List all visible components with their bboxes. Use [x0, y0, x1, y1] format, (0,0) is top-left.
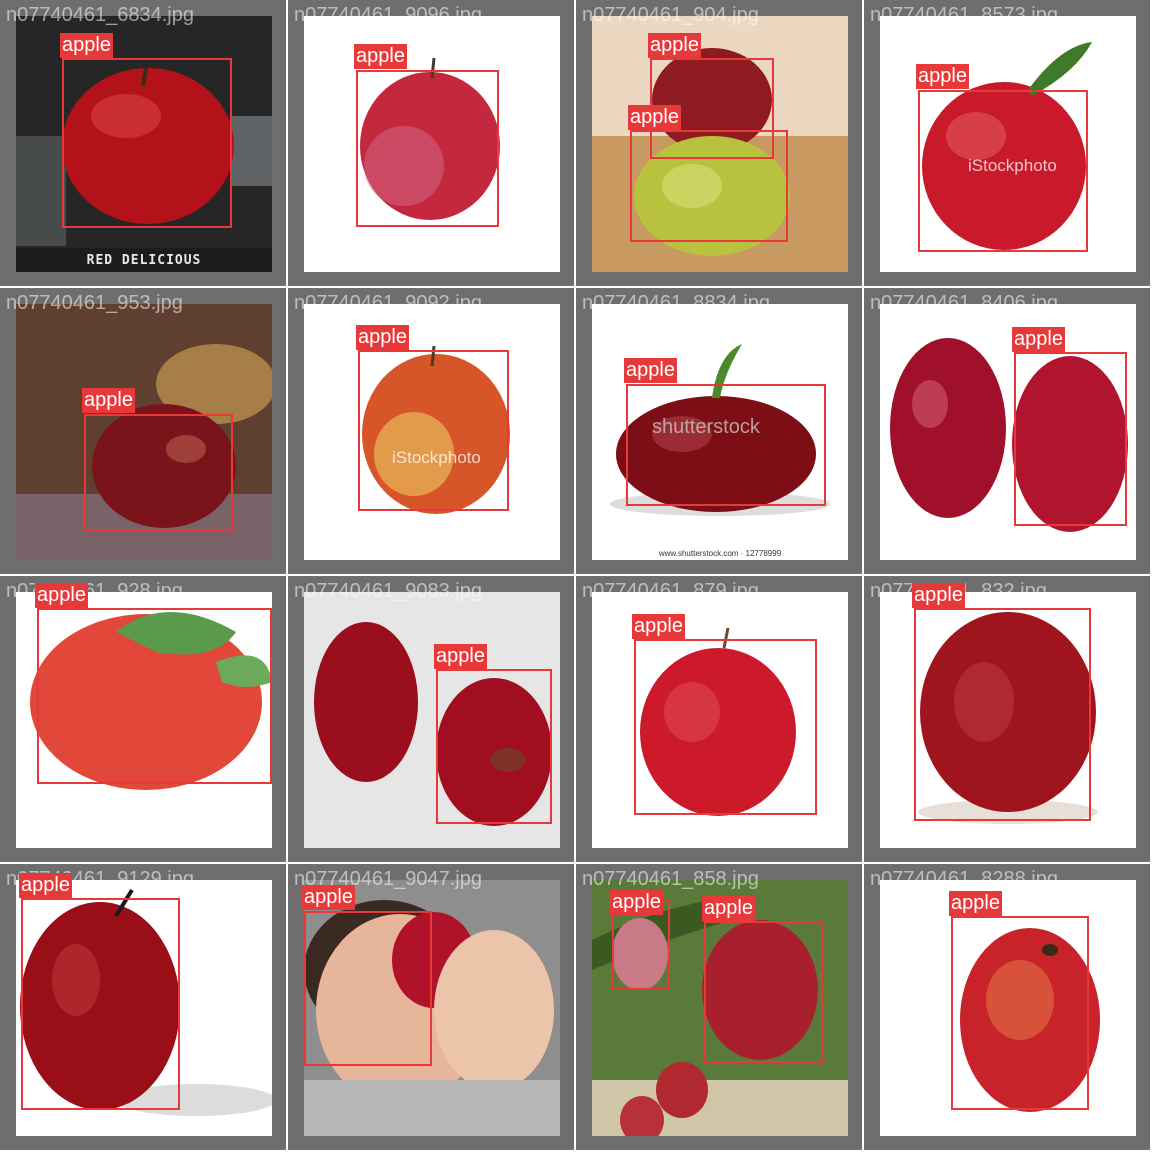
detection-label: apple [35, 583, 88, 608]
bounding-box [1014, 352, 1127, 526]
bounding-box [356, 70, 499, 227]
image-tile[interactable]: n07740461_9129.jpg apple [0, 864, 286, 1150]
image-tile[interactable]: n07740461_953.jpg apple [0, 288, 286, 574]
bounding-box [84, 414, 233, 531]
detection-label: apple [949, 891, 1002, 916]
detection-label: apple [624, 358, 677, 383]
photo-credit: www.shutterstock.com · 12778999 [658, 549, 782, 558]
image-tile[interactable]: n07740461_9083.jpg apple [288, 576, 574, 862]
image-tile[interactable]: RED DELICIOUS n07740461_6834.jpg apple [0, 0, 286, 286]
detection-label: apple [610, 890, 663, 915]
image-tile[interactable]: n07740461_928.jpg apple [0, 576, 286, 862]
detection-label: apple [60, 33, 113, 58]
image-tile[interactable]: n07740461_904.jpg apple apple [576, 0, 862, 286]
detection-label: apple [1012, 327, 1065, 352]
bounding-box [914, 608, 1091, 821]
detection-label: apple [628, 105, 681, 130]
detection-label: apple [434, 644, 487, 669]
bounding-box [634, 639, 817, 815]
bounding-box [62, 58, 232, 228]
image-tile[interactable]: iStockphoto n07740461_8573.jpg apple [864, 0, 1150, 286]
bounding-box [626, 384, 826, 506]
bounding-box [21, 898, 180, 1110]
detection-label: apple [648, 33, 701, 58]
image-tile[interactable]: n07740461_9047.jpg apple [288, 864, 574, 1150]
image-tile[interactable]: n07740461_832.jpg apple [864, 576, 1150, 862]
bounding-box [918, 90, 1088, 252]
image-tile[interactable]: iStockphoto n07740461_9092.jpg apple [288, 288, 574, 574]
detection-label: apple [702, 896, 755, 921]
bounding-box [304, 911, 432, 1066]
bounding-box [37, 608, 272, 784]
image-tile[interactable]: n07740461_8288.jpg apple [864, 864, 1150, 1150]
image-tile[interactable]: shutterstock www.shutterstock.com · 1277… [576, 288, 862, 574]
detection-label: apple [912, 583, 965, 608]
detection-label: apple [302, 885, 355, 910]
bounding-box [951, 916, 1089, 1110]
bounding-box [630, 130, 788, 242]
detection-label: apple [354, 44, 407, 69]
detection-label: apple [632, 614, 685, 639]
image-tile[interactable]: n07740461_9096.jpg apple [288, 0, 574, 286]
bounding-box [704, 921, 823, 1063]
image-tile[interactable]: n07740461_879.jpg apple [576, 576, 862, 862]
detection-label: apple [916, 64, 969, 89]
image-tile[interactable]: n07740461_858.jpg apple apple [576, 864, 862, 1150]
detection-grid: RED DELICIOUS n07740461_6834.jpg apple n… [0, 0, 1152, 1152]
image-tile[interactable]: n07740461_8406.jpg apple [864, 288, 1150, 574]
detection-label: apple [82, 388, 135, 413]
detection-label: apple [19, 873, 72, 898]
bounding-box [358, 350, 509, 511]
detection-label: apple [356, 325, 409, 350]
bounding-box [436, 669, 552, 824]
photo-caption: RED DELICIOUS [16, 248, 272, 272]
